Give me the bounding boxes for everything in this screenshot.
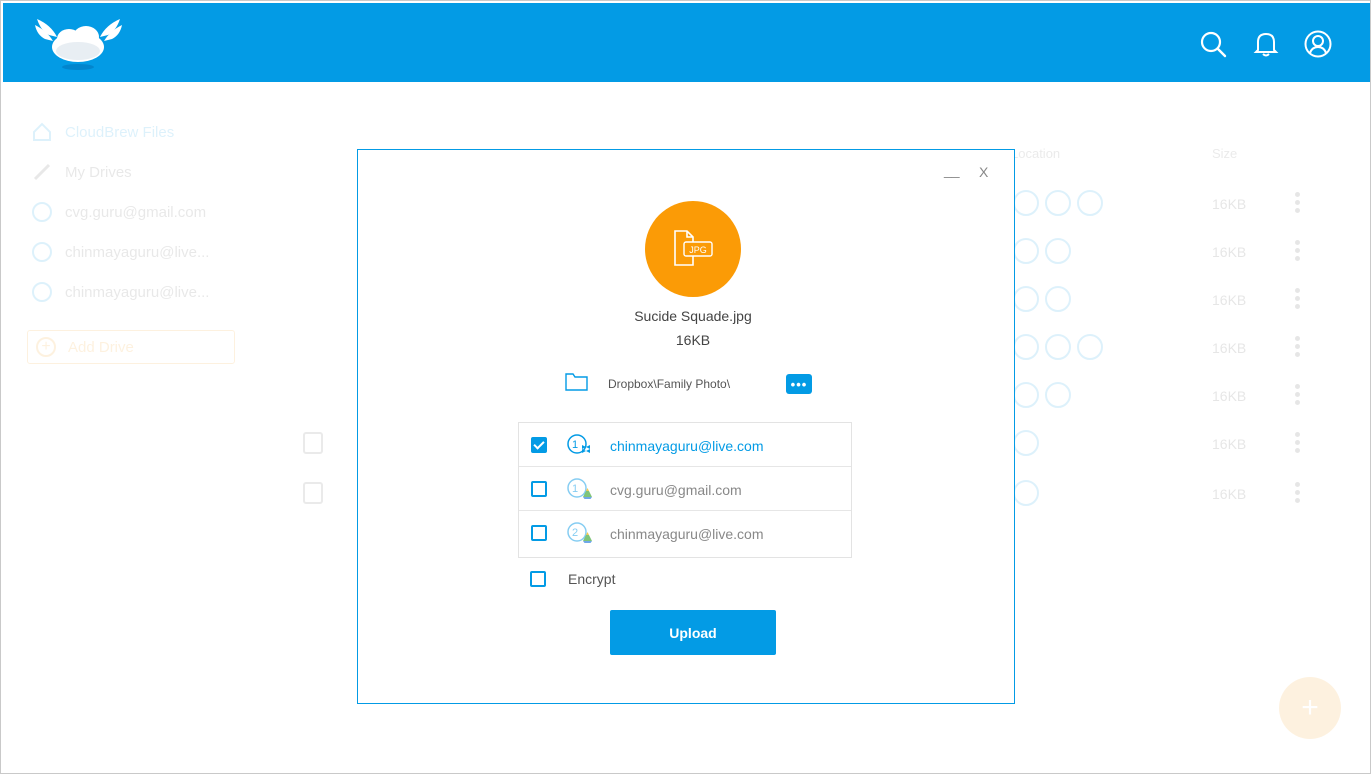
file-type-label: JPG	[689, 245, 707, 255]
folder-icon	[565, 373, 588, 391]
svg-text:2: 2	[572, 527, 578, 539]
app-window: CloudBrew Files My Drives cvg.guru@gmail…	[0, 0, 1371, 774]
account-email: cvg.guru@gmail.com	[610, 482, 742, 498]
more-options-icon[interactable]	[1295, 384, 1301, 408]
more-options-icon[interactable]	[1295, 482, 1301, 506]
location-icons	[1013, 190, 1103, 216]
link-icon	[33, 163, 51, 181]
list-item[interactable]: 2 chinmayaguru@live.com	[519, 511, 851, 555]
file-size: 16KB	[1212, 340, 1247, 356]
file-size: 16KB	[1212, 292, 1247, 308]
add-drive-label: Add Drive	[68, 338, 134, 356]
account-email: chinmayaguru@live.com	[610, 526, 764, 542]
path-text: Dropbox\Family Photo\	[608, 377, 731, 391]
search-icon[interactable]	[1199, 30, 1227, 58]
sidebar-item-cloudbrew-files[interactable]: CloudBrew Files	[31, 120, 174, 144]
dropbox-1-icon	[32, 282, 52, 302]
more-options-icon[interactable]	[1295, 432, 1301, 456]
lock-icon	[303, 482, 323, 504]
user-icon[interactable]	[1304, 30, 1332, 58]
svg-text:1: 1	[572, 439, 578, 451]
cloudbrew-logo[interactable]	[31, 13, 126, 73]
jpg-file-icon: JPG	[674, 230, 713, 266]
sidebar-item-label: chinmayaguru@live...	[65, 243, 210, 261]
more-options-icon[interactable]	[1295, 192, 1301, 216]
file-type-badge: JPG	[645, 201, 741, 297]
close-button[interactable]: X	[979, 164, 988, 180]
file-name: Sucide Squade.jpg	[634, 308, 752, 324]
sidebar-item-label: chinmayaguru@live...	[65, 283, 210, 301]
sidebar-item-drive-2[interactable]: chinmayaguru@live...	[31, 240, 209, 264]
encrypt-checkbox[interactable]	[530, 571, 546, 587]
drive-1-icon	[32, 202, 52, 222]
sidebar-item-my-drives[interactable]: My Drives	[31, 160, 132, 184]
bell-icon[interactable]	[1252, 30, 1280, 58]
svg-text:1: 1	[572, 483, 578, 495]
location-icons	[1013, 382, 1071, 408]
sidebar-item-label: CloudBrew Files	[65, 123, 175, 141]
dropbox-1-icon: 1	[567, 434, 590, 454]
file-size: 16KB	[1212, 244, 1247, 260]
list-item[interactable]: 1 cvg.guru@gmail.com	[519, 467, 851, 511]
column-header-location[interactable]: Location	[1011, 146, 1060, 161]
more-options-icon[interactable]	[1295, 336, 1301, 360]
more-options-icon[interactable]	[1295, 288, 1301, 312]
account-email: chinmayaguru@live.com	[610, 438, 764, 454]
add-drive-button[interactable]: + Add Drive	[27, 330, 235, 364]
drive-2-icon	[32, 242, 52, 262]
add-fab-button[interactable]: +	[1279, 677, 1341, 739]
account-checkbox[interactable]	[531, 525, 547, 541]
encrypt-label: Encrypt	[568, 571, 616, 587]
destination-path: Dropbox\Family Photo\	[565, 370, 815, 396]
file-size: 16KB	[1212, 388, 1247, 404]
minimize-button[interactable]: __	[944, 162, 960, 178]
upload-dialog: __ X JPG Sucide Squade.jpg 16KB Dropbox\…	[357, 149, 1015, 704]
file-size: 16KB	[1212, 436, 1247, 452]
location-icons	[1013, 480, 1039, 506]
browse-path-button[interactable]: •••	[786, 374, 812, 394]
sidebar-item-label: My Drives	[65, 163, 132, 181]
sidebar-item-label: cvg.guru@gmail.com	[65, 203, 207, 221]
account-checkbox[interactable]	[531, 481, 547, 497]
top-bar	[3, 3, 1370, 82]
account-checkbox[interactable]	[531, 437, 547, 453]
location-icons	[1013, 238, 1071, 264]
sidebar-item-drive-1[interactable]: cvg.guru@gmail.com	[31, 200, 206, 224]
home-icon	[33, 122, 51, 141]
location-icons	[1013, 430, 1039, 456]
google-drive-1-icon: 1	[567, 478, 592, 499]
list-item[interactable]: 1 chinmayaguru@live.com	[519, 423, 851, 467]
more-options-icon[interactable]	[1295, 240, 1301, 264]
lock-icon	[303, 432, 323, 454]
file-size-label: 16KB	[675, 332, 711, 348]
sidebar-item-drive-3[interactable]: chinmayaguru@live...	[31, 280, 209, 304]
file-size: 16KB	[1212, 196, 1247, 212]
column-header-size[interactable]: Size	[1212, 146, 1237, 161]
google-drive-2-icon: 2	[567, 522, 592, 543]
upload-button[interactable]: Upload	[610, 610, 776, 655]
account-list: 1 chinmayaguru@live.com 1 cvg.guru@gmail…	[518, 422, 852, 558]
file-size: 16KB	[1212, 486, 1247, 502]
plus-icon: +	[36, 337, 56, 357]
